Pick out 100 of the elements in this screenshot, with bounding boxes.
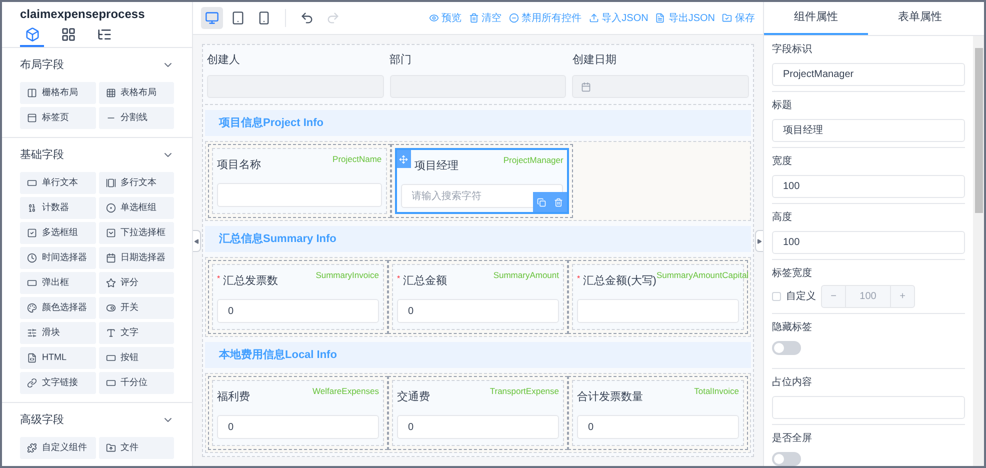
component-item[interactable]: 文字链接: [20, 372, 96, 394]
property-label: 高度: [772, 210, 793, 224]
field-id: WelfareExpenses: [312, 385, 379, 398]
counter-icon: [27, 203, 37, 213]
scrollbar[interactable]: [973, 36, 984, 466]
field-label: 项目经理: [414, 159, 459, 174]
input-field[interactable]: [217, 183, 382, 207]
input-field[interactable]: ProjectManager: [772, 63, 965, 86]
input-field[interactable]: [577, 299, 739, 323]
monitor-icon: [205, 11, 219, 25]
delete-button[interactable]: [550, 192, 568, 212]
component-item[interactable]: 栅格布局: [20, 82, 96, 104]
component-item[interactable]: 千分位: [98, 372, 174, 394]
star-icon: [106, 278, 116, 288]
field-label: 汇总发票数: [223, 274, 278, 289]
field-label: 创建日期: [572, 53, 618, 68]
code-file-icon: [27, 353, 37, 363]
undo-icon: [300, 11, 314, 25]
field-id: TotalInvoice: [694, 385, 739, 398]
radio-icon: [106, 203, 116, 213]
component-item[interactable]: 开关: [98, 297, 174, 319]
required-mark: *: [397, 273, 400, 285]
component-item[interactable]: 时间选择器: [20, 247, 96, 269]
form-field-card[interactable]: 项目名称 ProjectName: [212, 148, 387, 214]
collapse-handle[interactable]: [193, 230, 201, 252]
form-field-card[interactable]: * 汇总发票数 SummaryInvoice 0: [212, 264, 384, 330]
component-item[interactable]: 分割线: [98, 107, 174, 129]
panel-tab[interactable]: 表单属性: [868, 2, 972, 35]
field-label: 部门: [390, 52, 413, 68]
section-header: 本地费用信息Local Info: [205, 342, 751, 368]
component-item[interactable]: 标签页: [20, 107, 96, 129]
field-id: SummaryAmount: [493, 269, 559, 282]
component-item[interactable]: 评分: [98, 272, 174, 294]
form-field-card[interactable]: 项目经理 ProjectManager 请输入搜索字符: [394, 148, 570, 214]
input-field[interactable]: [772, 396, 965, 418]
input-field[interactable]: 0: [577, 415, 739, 439]
clock-icon: [27, 253, 37, 263]
component-item[interactable]: 下拉选择框: [98, 222, 174, 244]
input-field[interactable]: 0: [397, 299, 559, 323]
component-item[interactable]: 单选框组: [98, 197, 174, 219]
dropdown-icon: [106, 228, 116, 238]
component-item[interactable]: 自定义组件: [20, 437, 96, 459]
component-item[interactable]: 单行文本: [20, 172, 96, 194]
form-field-card[interactable]: 交通费 TransportExpense 0: [392, 380, 564, 446]
toggle-switch[interactable]: [772, 452, 801, 466]
component-item[interactable]: 表格布局: [98, 82, 174, 104]
upload-icon: [588, 13, 599, 23]
collapse-handle[interactable]: [755, 230, 763, 252]
component-item[interactable]: 文件: [98, 437, 174, 459]
input-field[interactable]: 0: [217, 299, 379, 323]
input-field[interactable]: 100: [772, 174, 965, 198]
calendar-icon: [581, 82, 592, 92]
checkbox[interactable]: [772, 292, 781, 300]
component-item[interactable]: 文字: [98, 322, 174, 344]
form-field-card[interactable]: * 汇总金额 SummaryAmount 0: [392, 264, 564, 330]
move-handle[interactable]: [396, 150, 411, 168]
required-mark: *: [577, 273, 580, 285]
property-label: 标题: [772, 98, 793, 113]
input-field[interactable]: 0: [397, 415, 559, 439]
palette-icon: [27, 303, 37, 313]
component-item[interactable]: 计数器: [20, 197, 96, 219]
component-item[interactable]: 多选框组: [20, 222, 96, 244]
checkbox-label: 自定义: [786, 290, 816, 304]
component-item[interactable]: 多行文本: [98, 172, 174, 194]
field-label: 交通费: [397, 390, 430, 405]
property-label: 字段标识: [772, 42, 813, 57]
form-field-card[interactable]: 福利费 WelfareExpenses 0: [212, 380, 384, 446]
redo-icon: [326, 11, 340, 25]
toggle-switch[interactable]: [772, 340, 801, 354]
sliders-icon: [27, 328, 37, 338]
component-item[interactable]: 颜色选择器: [20, 297, 96, 319]
phone-icon: [257, 11, 271, 25]
device-button[interactable]: [201, 7, 223, 29]
grid-icon: [60, 26, 76, 42]
component-item[interactable]: 弹出框: [20, 272, 96, 294]
cube-icon: [24, 26, 40, 42]
field-id: TransportExpense: [490, 385, 559, 398]
field-id: ProjectName: [332, 153, 382, 166]
input-icon: [27, 278, 37, 288]
component-item[interactable]: 滑块: [20, 322, 96, 344]
folder-icon: [722, 13, 732, 23]
input-field[interactable]: 0: [217, 415, 379, 439]
component-item[interactable]: 日期选择器: [98, 247, 174, 269]
component-item[interactable]: HTML: [20, 347, 96, 369]
calendar-icon: [106, 253, 116, 263]
tablet-icon: [231, 11, 245, 25]
copy-button[interactable]: [533, 192, 550, 212]
file-icon: [655, 13, 666, 23]
letter-icon: [106, 328, 116, 338]
table-icon: [106, 88, 116, 98]
input-field[interactable]: 100: [772, 230, 965, 254]
component-item[interactable]: 按钮: [98, 347, 174, 369]
triangle-icon: [757, 238, 762, 244]
input-field[interactable]: 项目经理: [772, 118, 965, 142]
input-field[interactable]: [572, 75, 750, 98]
property-label: 是否全屏: [772, 432, 813, 446]
field-id: SummaryInvoice: [316, 269, 379, 282]
panel-tab[interactable]: 组件属性: [764, 2, 868, 35]
form-field-card[interactable]: 合计发票数量 TotalInvoice 0: [572, 380, 744, 446]
section-header: 项目信息Project Info: [205, 110, 751, 136]
